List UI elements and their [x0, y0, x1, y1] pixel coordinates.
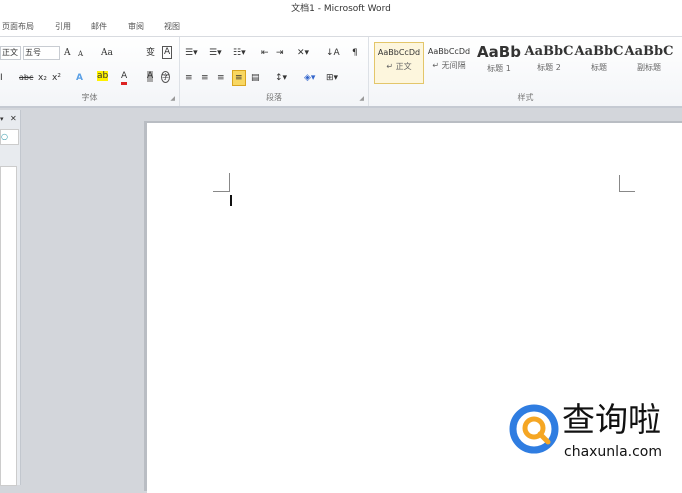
- crop-mark: [619, 175, 620, 192]
- shrink-font-button[interactable]: A: [78, 47, 83, 61]
- align-right-icon[interactable]: ≡: [217, 71, 225, 85]
- font-color-button[interactable]: A: [121, 71, 128, 85]
- watermark-brand: 查询啦: [562, 400, 661, 439]
- paragraph-group-label: 段落: [266, 93, 282, 102]
- font-name-select[interactable]: 正文: [0, 46, 21, 60]
- distributed-icon[interactable]: ▤: [251, 71, 260, 85]
- tab-review[interactable]: 审阅: [128, 21, 144, 32]
- style-no-spacing[interactable]: AaBbCcDd ↵ 无间隔: [424, 42, 474, 84]
- magnifier-logo-icon: [509, 404, 559, 454]
- close-icon[interactable]: ✕: [10, 112, 17, 126]
- ribbon: 正文 五号 A A Aa 变 A I abc x₂ x² A ab A A 字 …: [0, 37, 682, 108]
- character-border-button[interactable]: A: [162, 46, 173, 59]
- dialog-launcher-icon[interactable]: ◢: [170, 95, 175, 102]
- strikethrough-button[interactable]: abc: [19, 71, 33, 85]
- text-effects-button[interactable]: A: [76, 71, 83, 85]
- crop-mark: [229, 173, 230, 192]
- font-group-label: 字体: [81, 93, 98, 102]
- align-left-icon[interactable]: ≡: [185, 71, 193, 85]
- tab-mailings[interactable]: 邮件: [91, 21, 107, 32]
- font-size-select[interactable]: 五号: [23, 46, 60, 60]
- sort-icon[interactable]: ↓A: [326, 46, 340, 60]
- decrease-indent-icon[interactable]: ⇤: [261, 46, 269, 60]
- shading-icon[interactable]: ◈▾: [304, 71, 315, 85]
- increase-indent-icon[interactable]: ⇥: [276, 46, 284, 60]
- dialog-launcher-icon[interactable]: ◢: [359, 95, 364, 102]
- style-title[interactable]: AaBbC 标题: [574, 42, 624, 84]
- paragraph-group: ☰▾ ☰▾ ☷▾ ⇤ ⇥ ✕▾ ↓A ¶ ≡ ≡ ≡ ≡ ▤ ↕▾ ◈▾ ⊞▾ …: [180, 37, 369, 106]
- superscript-button[interactable]: x²: [52, 71, 61, 85]
- numbering-icon[interactable]: ☰▾: [209, 46, 222, 60]
- navigation-pane: ▾ ✕ ○: [0, 110, 21, 486]
- style-subtitle[interactable]: AaBbC 副标题: [624, 42, 674, 84]
- asian-layout-icon[interactable]: ✕▾: [297, 46, 309, 60]
- enclose-characters-button[interactable]: 字: [161, 71, 170, 83]
- change-case-button[interactable]: Aa: [101, 46, 113, 60]
- tab-view[interactable]: 视图: [164, 21, 180, 32]
- show-marks-icon[interactable]: ¶: [352, 46, 358, 60]
- borders-icon[interactable]: ⊞▾: [326, 71, 338, 85]
- crop-mark: [213, 191, 230, 192]
- style-heading-1[interactable]: AaBb 标题 1: [474, 42, 524, 84]
- character-shading-button[interactable]: A: [147, 71, 154, 82]
- style-heading-2[interactable]: AaBbC 标题 2: [524, 42, 574, 84]
- tab-page-layout[interactable]: 页面布局: [2, 21, 34, 32]
- line-spacing-icon[interactable]: ↕▾: [275, 71, 287, 85]
- subscript-button[interactable]: x₂: [38, 71, 47, 85]
- text-cursor: [230, 195, 232, 206]
- styles-group-label: 样式: [517, 93, 534, 102]
- tab-references[interactable]: 引用: [55, 21, 71, 32]
- multilevel-list-icon[interactable]: ☷▾: [233, 46, 246, 60]
- watermark-domain: chaxunla.com: [564, 444, 662, 460]
- highlight-button[interactable]: ab: [97, 71, 109, 81]
- italic-button[interactable]: I: [0, 71, 3, 85]
- window-title: 文档1 - Microsoft Word: [291, 4, 391, 14]
- styles-group: AaBbCcDd ↵ 正文 AaBbCcDd ↵ 无间隔 AaBb 标题 1 AaBb…: [369, 37, 682, 106]
- align-center-icon[interactable]: ≡: [201, 71, 209, 85]
- style-normal[interactable]: AaBbCcDd ↵ 正文: [374, 42, 424, 84]
- justify-icon[interactable]: ≡: [232, 70, 246, 86]
- watermark-logo: 查询啦 chaxunla.com: [508, 400, 678, 470]
- ribbon-tabs: 页面布局 引用 邮件 审阅 视图: [0, 18, 682, 37]
- bullets-icon[interactable]: ☰▾: [185, 46, 198, 60]
- grow-font-button[interactable]: A: [64, 46, 71, 60]
- pane-content: [0, 166, 17, 486]
- pane-menu-icon[interactable]: ▾: [0, 112, 4, 126]
- font-group: 正文 五号 A A Aa 变 A I abc x₂ x² A ab A A 字 …: [0, 37, 180, 106]
- title-bar: 文档1 - Microsoft Word: [0, 0, 682, 18]
- crop-mark: [619, 191, 635, 192]
- phonetic-guide-button[interactable]: 变: [146, 46, 155, 60]
- search-box[interactable]: ○: [0, 129, 19, 145]
